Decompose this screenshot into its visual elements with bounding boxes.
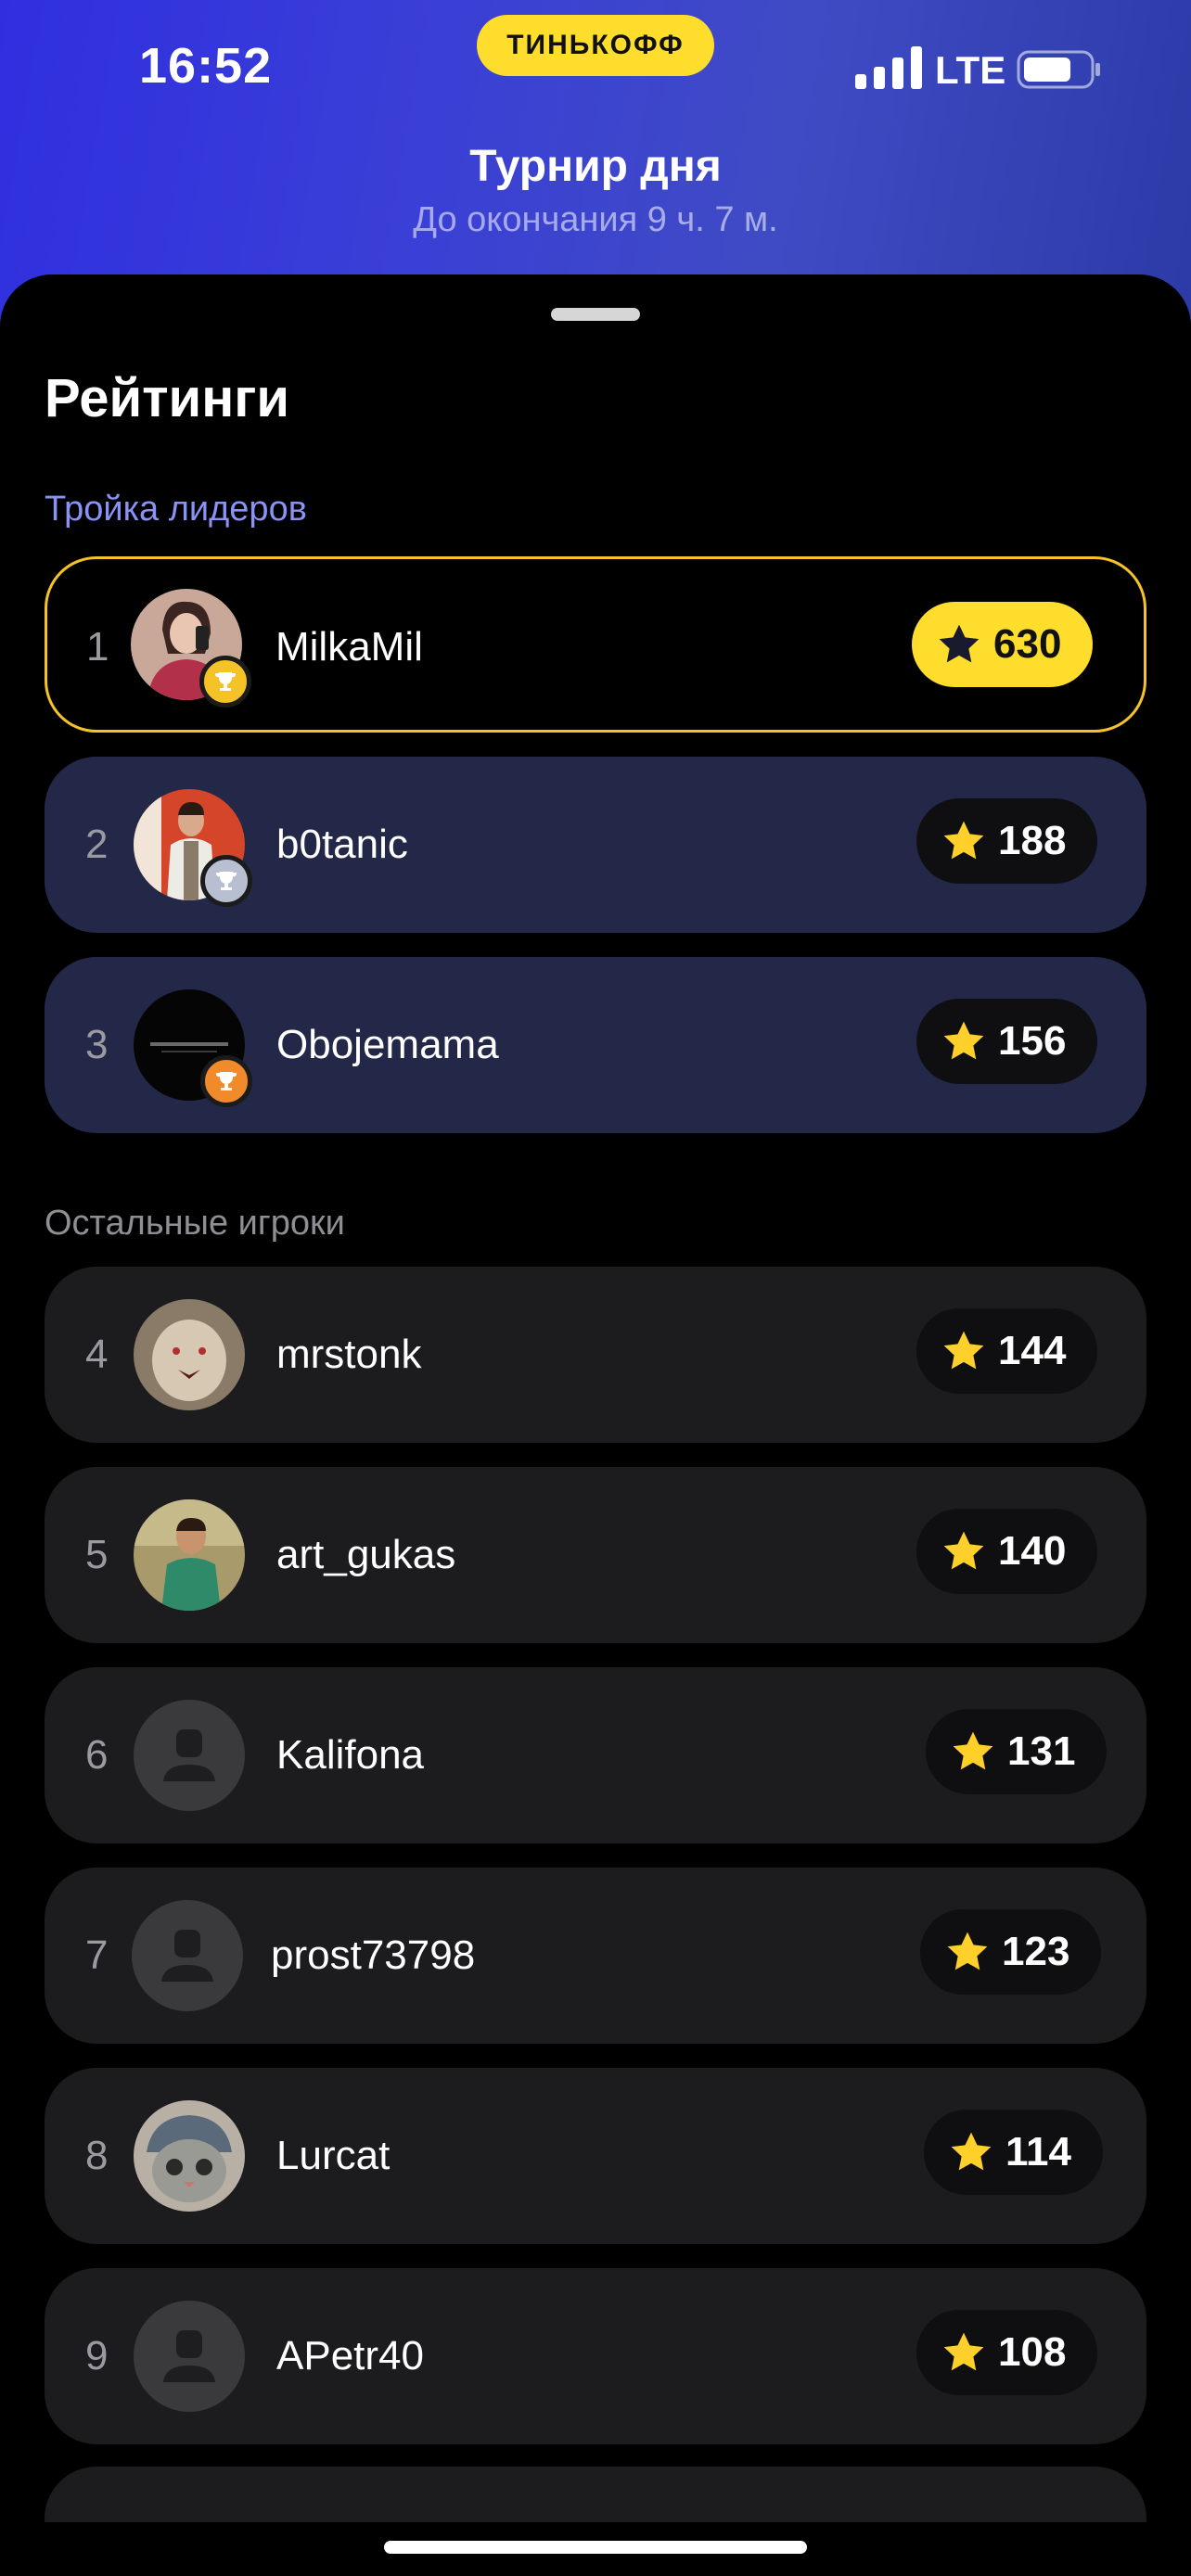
star-icon — [947, 1932, 988, 1970]
star-icon — [943, 1531, 984, 1570]
player-row-8[interactable]: 8 Lurcat 114 — [45, 2068, 1146, 2244]
rank-number: 2 — [85, 822, 109, 867]
player-name: b0tanic — [276, 822, 408, 867]
rank-number: 7 — [85, 1932, 109, 1978]
player-name: prost73798 — [271, 1932, 476, 1978]
default-avatar-icon — [132, 1900, 243, 2011]
battery-icon — [1017, 50, 1100, 89]
default-avatar-icon — [134, 1700, 245, 1811]
user-avatar — [134, 1499, 245, 1611]
star-icon — [951, 2132, 992, 2171]
score-badge: 144 — [916, 1308, 1098, 1394]
score-value: 156 — [998, 1018, 1067, 1064]
star-icon — [943, 1331, 984, 1370]
leader-row-1[interactable]: 1 MilkaMil 630 — [45, 556, 1146, 733]
score-value: 144 — [998, 1328, 1067, 1373]
score-badge: 131 — [926, 1709, 1108, 1794]
player-row-4[interactable]: 4 mrstonk 144 — [45, 1267, 1146, 1443]
score-value: 131 — [1007, 1728, 1076, 1774]
player-name: Obojemama — [276, 1022, 499, 1067]
next-row-peek — [45, 2467, 1146, 2522]
network-type: LTE — [935, 48, 1006, 92]
star-icon — [943, 821, 984, 860]
score-value: 123 — [1002, 1929, 1070, 1974]
player-name: Kalifona — [276, 1732, 425, 1778]
leader-row-2[interactable]: 2 b0tanic 188 — [45, 757, 1146, 933]
rank-number: 8 — [85, 2133, 109, 2178]
home-indicator[interactable] — [384, 2541, 807, 2554]
score-badge: 123 — [920, 1909, 1102, 1995]
score-badge: 188 — [916, 798, 1098, 884]
player-name: mrstonk — [276, 1332, 422, 1377]
score-badge: 156 — [916, 999, 1098, 1084]
player-name: APetr40 — [276, 2333, 424, 2378]
score-value: 188 — [998, 818, 1067, 863]
star-icon — [943, 1021, 984, 1060]
sheet-grabber[interactable] — [551, 308, 640, 321]
player-name: MilkaMil — [275, 624, 423, 670]
player-row-7[interactable]: 7 prost73798 123 — [45, 1868, 1146, 2044]
score-value: 114 — [1005, 2129, 1071, 2174]
rank-number: 3 — [85, 1022, 109, 1067]
score-badge: 114 — [924, 2110, 1103, 2195]
star-icon — [939, 624, 980, 663]
leaders-section-label: Тройка лидеров — [45, 490, 307, 529]
tournament-title: Турнир дня — [469, 142, 722, 191]
user-avatar — [134, 1299, 245, 1410]
status-bar: 16:52 ТИНЬКОФФ LTE — [0, 0, 1191, 139]
tournament-time-left: До окончания 9 ч. 7 м. — [413, 200, 778, 239]
rank-number: 9 — [85, 2333, 109, 2378]
rank-number: 6 — [85, 1732, 109, 1778]
score-value: 630 — [993, 621, 1062, 667]
rank-number: 5 — [85, 1532, 109, 1577]
brand-badge: ТИНЬКОФФ — [477, 15, 714, 76]
player-name: art_gukas — [276, 1532, 456, 1577]
score-badge: 630 — [912, 602, 1094, 687]
score-value: 140 — [998, 1528, 1067, 1574]
bronze-trophy-icon — [200, 1055, 252, 1107]
others-section-label: Остальные игроки — [45, 1204, 345, 1243]
default-avatar-icon — [134, 2301, 245, 2412]
silver-trophy-icon — [200, 855, 252, 907]
star-icon — [953, 1731, 993, 1770]
player-row-9[interactable]: 9 APetr40 108 — [45, 2268, 1146, 2444]
rank-number: 1 — [86, 624, 109, 670]
page-title: Рейтинги — [45, 368, 290, 428]
status-time: 16:52 — [139, 38, 273, 94]
player-name: Lurcat — [276, 2133, 391, 2178]
cellular-signal-icon — [855, 46, 922, 89]
player-row-6[interactable]: 6 Kalifona 131 — [45, 1667, 1146, 1843]
score-value: 108 — [998, 2329, 1067, 2375]
user-avatar — [134, 2100, 245, 2212]
star-icon — [943, 2332, 984, 2371]
leader-row-3[interactable]: 3 Obojemama 156 — [45, 957, 1146, 1133]
gold-trophy-icon — [199, 656, 251, 708]
player-row-5[interactable]: 5 art_gukas 140 — [45, 1467, 1146, 1643]
rank-number: 4 — [85, 1332, 109, 1377]
score-badge: 140 — [916, 1509, 1098, 1594]
score-badge: 108 — [916, 2310, 1098, 2395]
